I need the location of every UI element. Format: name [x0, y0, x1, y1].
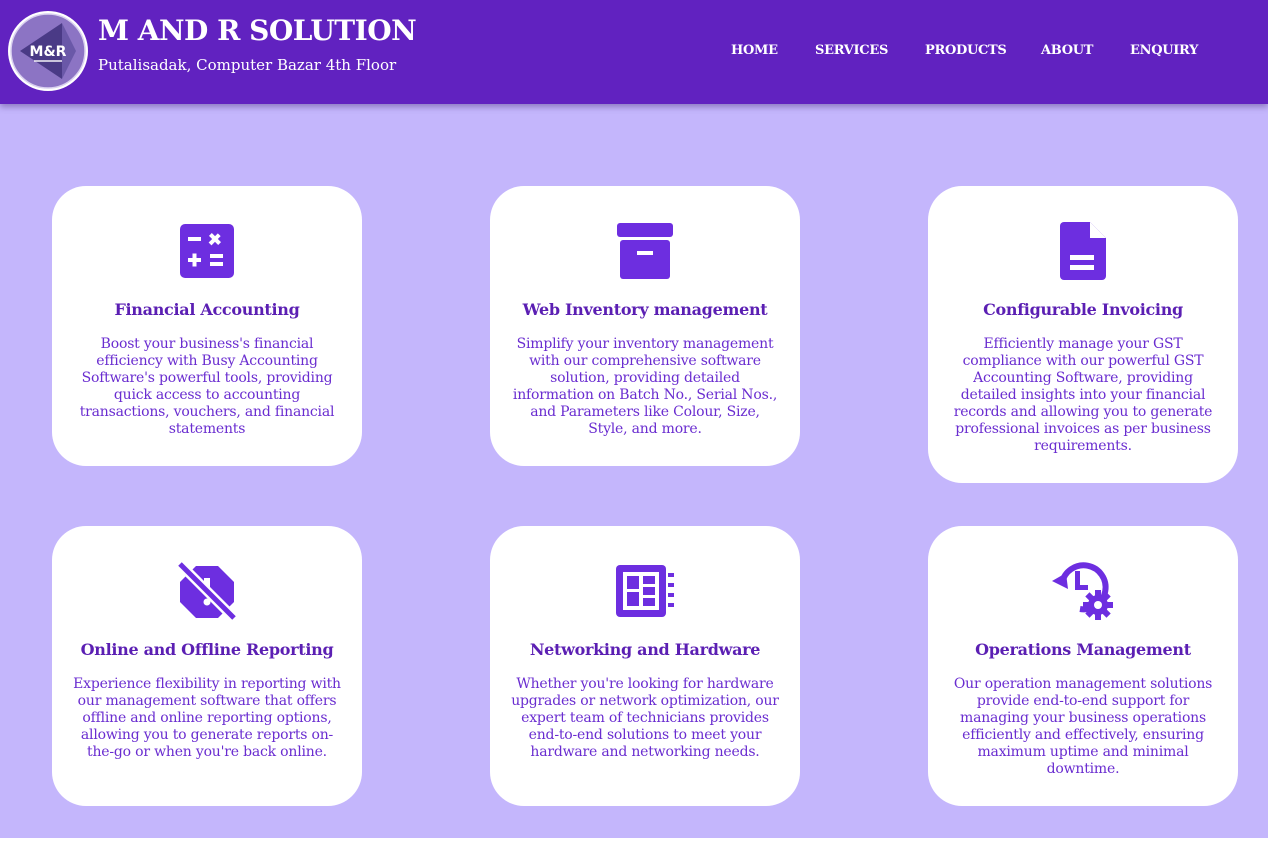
service-description: Experience flexibility in reporting with…: [73, 676, 341, 760]
main-nav: HOME SERVICES PRODUCTS ABOUT ENQUIRY: [0, 43, 1268, 63]
document-icon: [1043, 216, 1123, 286]
service-title: Financial Accounting: [114, 300, 300, 319]
service-title: Web Inventory management: [522, 300, 768, 319]
service-description: Our operation management solutions provi…: [953, 676, 1213, 777]
services-section: Financial Accounting Boost your business…: [0, 104, 1268, 838]
nav-products[interactable]: PRODUCTS: [925, 43, 1007, 58]
hardware-board-icon: [605, 556, 685, 626]
service-card-operations-management[interactable]: Operations Management Our operation mana…: [928, 526, 1238, 806]
report-off-icon: [167, 556, 247, 626]
nav-about[interactable]: ABOUT: [1041, 43, 1093, 58]
service-card-web-inventory[interactable]: Web Inventory management Simplify your i…: [490, 186, 800, 466]
site-header: M&R M AND R SOLUTION Putalisadak, Comput…: [0, 0, 1268, 104]
archive-box-icon: [605, 216, 685, 286]
service-description: Efficiently manage your GST compliance w…: [953, 336, 1213, 454]
service-title: Operations Management: [975, 640, 1191, 659]
service-description: Boost your business's financial efficien…: [79, 336, 335, 437]
clock-settings-icon: [1043, 556, 1123, 626]
nav-services[interactable]: SERVICES: [815, 43, 888, 58]
service-title: Configurable Invoicing: [983, 300, 1183, 319]
service-title: Networking and Hardware: [529, 640, 761, 659]
service-description: Whether you're looking for hardware upgr…: [511, 676, 779, 760]
nav-enquiry[interactable]: ENQUIRY: [1130, 43, 1198, 58]
nav-home[interactable]: HOME: [731, 43, 778, 58]
service-card-configurable-invoicing[interactable]: Configurable Invoicing Efficiently manag…: [928, 186, 1238, 483]
service-description: Simplify your inventory management with …: [512, 336, 778, 437]
calculator-icon: [167, 216, 247, 286]
service-card-networking-hardware[interactable]: Networking and Hardware Whether you're l…: [490, 526, 800, 806]
service-title: Online and Offline Reporting: [80, 640, 334, 659]
service-card-financial-accounting[interactable]: Financial Accounting Boost your business…: [52, 186, 362, 466]
service-card-reporting[interactable]: Online and Offline Reporting Experience …: [52, 526, 362, 806]
